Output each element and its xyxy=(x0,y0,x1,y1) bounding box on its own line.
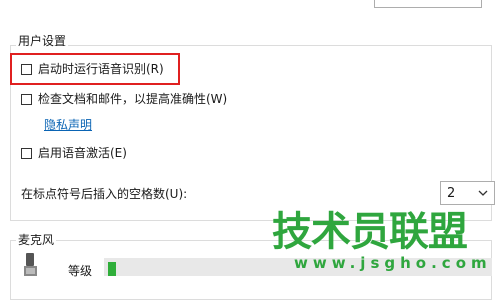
spaces-label: 在标点符号后插入的空格数(U): xyxy=(21,187,188,201)
privacy-link[interactable]: 隐私声明 xyxy=(44,116,92,133)
review-documents-checkbox[interactable]: 检查文档和邮件，以提高准确性(W) xyxy=(21,90,227,108)
voice-activation-checkbox[interactable]: 启用语音激活(E) xyxy=(21,144,127,162)
spaces-select-value: 2 xyxy=(447,185,456,201)
checkbox-box[interactable] xyxy=(21,147,32,159)
watermark-url: www.jsgho.com xyxy=(294,254,492,272)
highlight-box xyxy=(10,53,180,85)
spaces-select[interactable]: 2 xyxy=(440,181,495,205)
voice-activation-text: 启用语音激活(E) xyxy=(38,146,127,160)
watermark-text: 技术员联盟 xyxy=(272,209,468,255)
user-settings-label: 用户设置 xyxy=(16,33,69,49)
top-button-fragment[interactable] xyxy=(374,0,482,8)
level-meter-fill xyxy=(108,262,116,276)
checkbox-box[interactable] xyxy=(21,93,32,105)
microphone-label: 麦克风 xyxy=(16,232,57,248)
level-label: 等级 xyxy=(68,264,93,278)
chevron-down-icon xyxy=(478,186,488,200)
review-documents-text: 检查文档和邮件，以提高准确性(W) xyxy=(38,92,228,106)
microphone-icon xyxy=(22,252,40,278)
